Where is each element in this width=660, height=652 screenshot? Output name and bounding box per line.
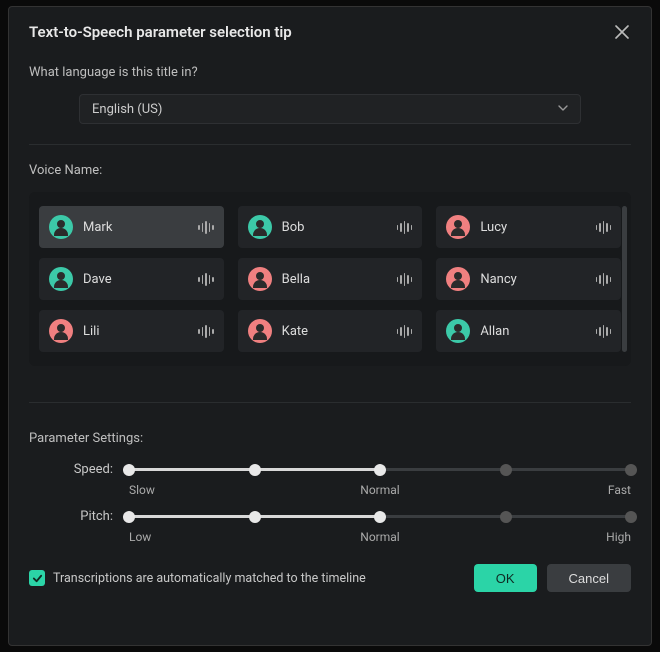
dialog-footer: Transcriptions are automatically matched…	[29, 564, 631, 592]
avatar	[248, 215, 272, 239]
divider	[29, 144, 631, 145]
voice-card-mark[interactable]: Mark	[39, 206, 224, 248]
avatar	[49, 215, 73, 239]
waveform-icon[interactable]	[198, 272, 214, 286]
auto-match-label: Transcriptions are automatically matched…	[53, 571, 366, 586]
cancel-button[interactable]: Cancel	[547, 564, 631, 592]
pitch-label: Pitch:	[29, 509, 129, 524]
waveform-icon[interactable]	[596, 220, 612, 234]
tts-dialog: Text-to-Speech parameter selection tip W…	[8, 6, 652, 646]
voice-card-allan[interactable]: Allan	[436, 310, 621, 352]
voice-card-nancy[interactable]: Nancy	[436, 258, 621, 300]
voice-name-label: Lili	[83, 324, 100, 339]
waveform-icon[interactable]	[198, 220, 214, 234]
avatar	[248, 319, 272, 343]
dialog-header: Text-to-Speech parameter selection tip	[29, 23, 631, 41]
auto-match-checkbox-row: Transcriptions are automatically matched…	[29, 570, 366, 586]
pitch-slider-row: Pitch:	[29, 509, 631, 524]
close-button[interactable]	[613, 23, 631, 41]
speed-slider[interactable]	[129, 468, 631, 471]
auto-match-checkbox[interactable]	[29, 570, 45, 586]
dialog-title: Text-to-Speech parameter selection tip	[29, 23, 292, 41]
pitch-slider[interactable]	[129, 515, 631, 518]
waveform-icon[interactable]	[596, 272, 612, 286]
speed-ticks: Slow Normal Fast	[129, 483, 631, 499]
scrollbar[interactable]	[622, 206, 627, 352]
voice-name-label: Kate	[282, 324, 308, 339]
voice-label: Voice Name:	[29, 163, 631, 178]
waveform-icon[interactable]	[596, 324, 612, 338]
ok-button[interactable]: OK	[474, 564, 537, 592]
divider	[29, 402, 631, 403]
voice-card-dave[interactable]: Dave	[39, 258, 224, 300]
voice-name-label: Allan	[480, 324, 509, 339]
avatar	[248, 267, 272, 291]
pitch-ticks: Low Normal High	[129, 530, 631, 546]
voice-panel: Mark Bob Lucy Dave Bella Nancy Lili Kate Allan	[29, 192, 631, 366]
voice-name-label: Nancy	[480, 272, 516, 287]
voice-name-label: Bella	[282, 272, 310, 287]
waveform-icon[interactable]	[397, 324, 413, 338]
avatar	[49, 267, 73, 291]
voice-name-label: Dave	[83, 272, 112, 287]
voice-card-bob[interactable]: Bob	[238, 206, 423, 248]
voice-name-label: Lucy	[480, 220, 507, 235]
language-label: What language is this title in?	[29, 65, 631, 80]
speed-slider-row: Speed:	[29, 462, 631, 477]
voice-card-lili[interactable]: Lili	[39, 310, 224, 352]
language-select[interactable]: English (US)	[79, 94, 581, 124]
voice-grid: Mark Bob Lucy Dave Bella Nancy Lili Kate Allan	[39, 206, 621, 352]
params-label: Parameter Settings:	[29, 431, 631, 446]
waveform-icon[interactable]	[198, 324, 214, 338]
chevron-down-icon	[558, 102, 568, 117]
avatar	[446, 319, 470, 343]
language-selected-value: English (US)	[92, 102, 162, 117]
voice-name-label: Mark	[83, 220, 112, 235]
avatar	[49, 319, 73, 343]
avatar	[446, 267, 470, 291]
voice-card-kate[interactable]: Kate	[238, 310, 423, 352]
check-icon	[32, 573, 43, 584]
speed-label: Speed:	[29, 462, 129, 477]
avatar	[446, 215, 470, 239]
waveform-icon[interactable]	[397, 220, 413, 234]
close-icon	[615, 25, 629, 39]
voice-name-label: Bob	[282, 220, 305, 235]
voice-card-bella[interactable]: Bella	[238, 258, 423, 300]
waveform-icon[interactable]	[397, 272, 413, 286]
voice-card-lucy[interactable]: Lucy	[436, 206, 621, 248]
